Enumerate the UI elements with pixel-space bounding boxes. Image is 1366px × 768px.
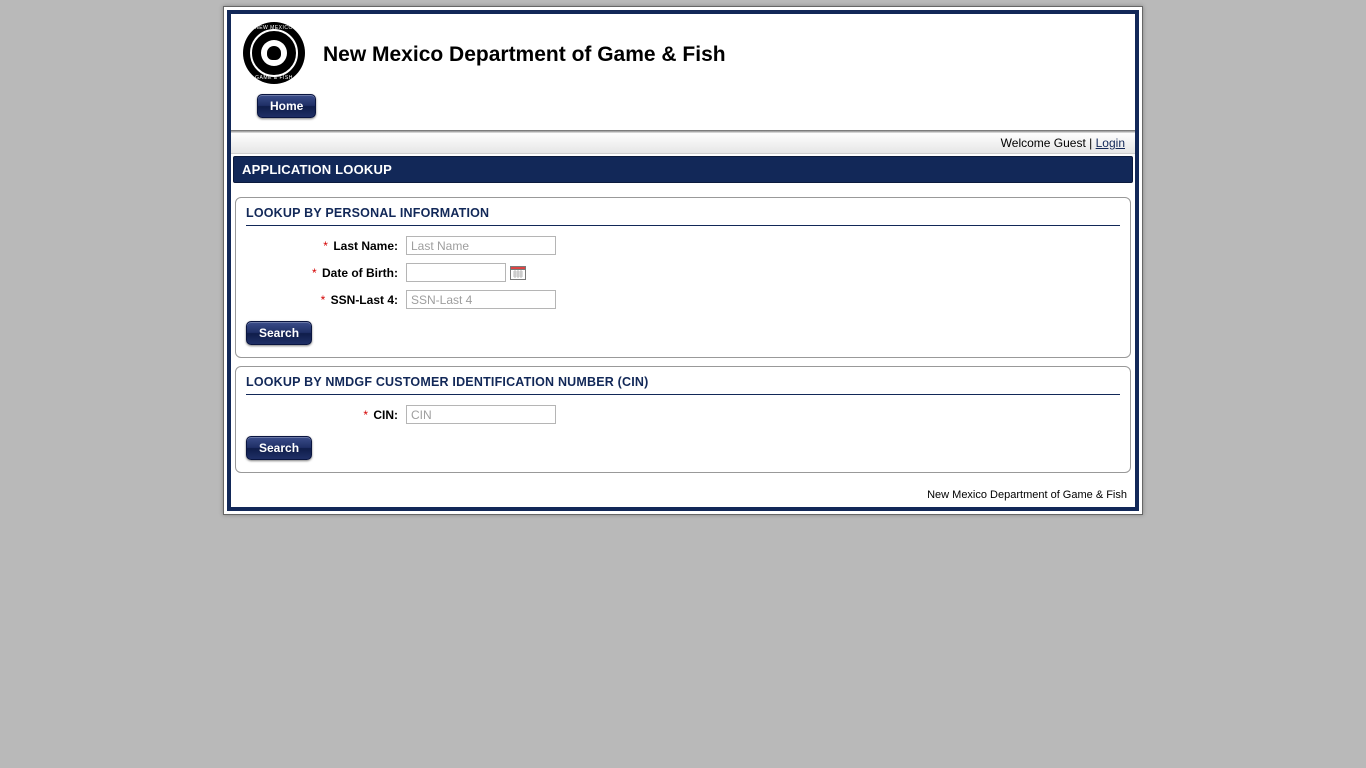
row-cin: * CIN: <box>246 405 1120 424</box>
welcome-bar: Welcome Guest | Login <box>231 133 1135 154</box>
app-shell: NEW MEXICO GAME & FISH New Mexico Depart… <box>223 6 1143 515</box>
panel-cin: LOOKUP BY NMDGF CUSTOMER IDENTIFICATION … <box>235 366 1131 473</box>
label-ssn: * SSN-Last 4: <box>246 293 406 307</box>
welcome-divider: | <box>1086 136 1096 150</box>
dob-input[interactable] <box>406 263 506 282</box>
label-cin-text: CIN: <box>373 408 398 422</box>
welcome-text: Welcome Guest <box>1001 136 1086 150</box>
row-last-name: * Last Name: <box>246 236 1120 255</box>
app-inner: NEW MEXICO GAME & FISH New Mexico Depart… <box>227 10 1139 511</box>
label-last-name: * Last Name: <box>246 239 406 253</box>
row-dob: * Date of Birth: <box>246 263 1120 282</box>
required-marker: * <box>312 266 317 280</box>
panel-personal-title: LOOKUP BY PERSONAL INFORMATION <box>246 206 1120 226</box>
seal-text-bottom: GAME & FISH <box>243 75 305 81</box>
last-name-input[interactable] <box>406 236 556 255</box>
header-top: NEW MEXICO GAME & FISH New Mexico Depart… <box>243 22 1123 84</box>
agency-seal-icon: NEW MEXICO GAME & FISH <box>243 22 305 84</box>
label-dob: * Date of Birth: <box>246 266 406 280</box>
row-ssn: * SSN-Last 4: <box>246 290 1120 309</box>
seal-text-top: NEW MEXICO <box>243 25 305 31</box>
home-button[interactable]: Home <box>257 94 316 118</box>
required-marker: * <box>321 293 326 307</box>
page-title: APPLICATION LOOKUP <box>233 156 1133 183</box>
cin-input[interactable] <box>406 405 556 424</box>
label-last-name-text: Last Name: <box>333 239 398 253</box>
panel-cin-title: LOOKUP BY NMDGF CUSTOMER IDENTIFICATION … <box>246 375 1120 395</box>
calendar-icon[interactable] <box>510 265 526 280</box>
header-title: New Mexico Department of Game & Fish <box>323 39 726 67</box>
label-dob-text: Date of Birth: <box>322 266 398 280</box>
panel-personal-info: LOOKUP BY PERSONAL INFORMATION * Last Na… <box>235 197 1131 358</box>
header: NEW MEXICO GAME & FISH New Mexico Depart… <box>231 14 1135 128</box>
search-personal-button[interactable]: Search <box>246 321 312 345</box>
required-marker: * <box>323 239 328 253</box>
login-link[interactable]: Login <box>1096 136 1125 150</box>
required-marker: * <box>363 408 368 422</box>
label-ssn-text: SSN-Last 4: <box>331 293 398 307</box>
label-cin: * CIN: <box>246 408 406 422</box>
panel-area: LOOKUP BY PERSONAL INFORMATION * Last Na… <box>231 185 1135 483</box>
ssn-input[interactable] <box>406 290 556 309</box>
navbar: Home <box>243 94 1123 118</box>
footer-text: New Mexico Department of Game & Fish <box>231 483 1135 507</box>
search-cin-button[interactable]: Search <box>246 436 312 460</box>
